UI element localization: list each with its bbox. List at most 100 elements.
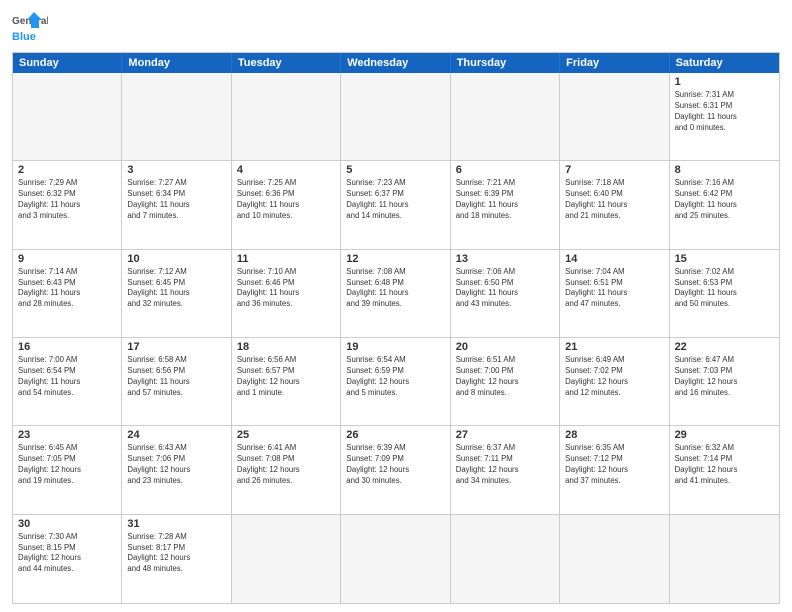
calendar-row-6: 30 Sunrise: 7:30 AMSunset: 8:15 PMDayligh…: [13, 515, 779, 603]
calendar-cell: 28 Sunrise: 6:35 AMSunset: 7:12 PMDayligh…: [560, 426, 669, 513]
day-number: 29: [675, 429, 774, 441]
day-number: 14: [565, 253, 663, 265]
day-number: 5: [346, 164, 444, 176]
day-info: Sunrise: 6:56 AMSunset: 6:57 PMDaylight:…: [237, 355, 335, 399]
day-info: Sunrise: 6:47 AMSunset: 7:03 PMDaylight:…: [675, 355, 774, 399]
calendar-row-2: 2 Sunrise: 7:29 AMSunset: 6:32 PMDaylight…: [13, 161, 779, 249]
calendar-row-3: 9 Sunrise: 7:14 AMSunset: 6:43 PMDaylight…: [13, 250, 779, 338]
calendar-cell: 14Sunrise: 7:04 AMSunset: 6:51 PMDayligh…: [560, 250, 669, 337]
day-info: Sunrise: 7:21 AMSunset: 6:39 PMDaylight:…: [456, 178, 554, 222]
weekday-header-thursday: Thursday: [451, 53, 560, 73]
day-info: Sunrise: 7:23 AMSunset: 6:37 PMDaylight:…: [346, 178, 444, 222]
day-number: 20: [456, 341, 554, 353]
day-number: 30: [18, 518, 116, 530]
day-info: Sunrise: 6:37 AMSunset: 7:11 PMDaylight:…: [456, 443, 554, 487]
calendar-cell: 30 Sunrise: 7:30 AMSunset: 8:15 PMDayligh…: [13, 515, 122, 603]
day-info: Sunrise: 6:51 AMSunset: 7:00 PMDaylight:…: [456, 355, 554, 399]
day-number: 15: [675, 253, 774, 265]
calendar-cell: [232, 515, 341, 603]
day-number: 25: [237, 429, 335, 441]
day-number: 13: [456, 253, 554, 265]
day-info: Sunrise: 6:41 AMSunset: 7:08 PMDaylight:…: [237, 443, 335, 487]
day-info: Sunrise: 7:31 AMSunset: 6:31 PMDaylight:…: [675, 90, 774, 134]
logo-icon: General Blue: [12, 10, 48, 46]
day-info: Sunrise: 7:08 AMSunset: 6:48 PMDaylight:…: [346, 267, 444, 311]
day-number: 6: [456, 164, 554, 176]
calendar-cell: 17 Sunrise: 6:58 AMSunset: 6:56 PMDayligh…: [122, 338, 231, 425]
weekday-header-sunday: Sunday: [13, 53, 122, 73]
day-number: 22: [675, 341, 774, 353]
calendar-row-4: 16 Sunrise: 7:00 AMSunset: 6:54 PMDayligh…: [13, 338, 779, 426]
calendar-cell: 31 Sunrise: 7:28 AMSunset: 8:17 PMDayligh…: [122, 515, 231, 603]
calendar-cell: 22 Sunrise: 6:47 AMSunset: 7:03 PMDayligh…: [670, 338, 779, 425]
day-number: 19: [346, 341, 444, 353]
calendar-cell: 11 Sunrise: 7:10 AMSunset: 6:46 PMDayligh…: [232, 250, 341, 337]
day-number: 4: [237, 164, 335, 176]
day-info: Sunrise: 7:29 AMSunset: 6:32 PMDaylight:…: [18, 178, 116, 222]
day-info: Sunrise: 7:16 AMSunset: 6:42 PMDaylight:…: [675, 178, 774, 222]
day-info: Sunrise: 6:45 AMSunset: 7:05 PMDaylight:…: [18, 443, 116, 487]
calendar-cell: 20 Sunrise: 6:51 AMSunset: 7:00 PMDayligh…: [451, 338, 560, 425]
weekday-header-wednesday: Wednesday: [341, 53, 450, 73]
day-info: Sunrise: 7:10 AMSunset: 6:46 PMDaylight:…: [237, 267, 335, 311]
calendar-header: SundayMondayTuesdayWednesdayThursdayFrid…: [13, 53, 779, 73]
day-number: 18: [237, 341, 335, 353]
day-number: 12: [346, 253, 444, 265]
calendar-cell: [341, 515, 450, 603]
day-number: 3: [127, 164, 225, 176]
day-info: Sunrise: 7:18 AMSunset: 6:40 PMDaylight:…: [565, 178, 663, 222]
day-info: Sunrise: 7:02 AMSunset: 6:53 PMDaylight:…: [675, 267, 774, 311]
weekday-header-friday: Friday: [560, 53, 669, 73]
page-header: General Blue: [12, 10, 780, 46]
calendar-cell: 5 Sunrise: 7:23 AMSunset: 6:37 PMDaylight…: [341, 161, 450, 248]
calendar-cell: 3Sunrise: 7:27 AMSunset: 6:34 PMDaylight…: [122, 161, 231, 248]
calendar-cell: [451, 73, 560, 160]
day-info: Sunrise: 6:58 AMSunset: 6:56 PMDaylight:…: [127, 355, 225, 399]
day-number: 24: [127, 429, 225, 441]
day-number: 21: [565, 341, 663, 353]
day-number: 2: [18, 164, 116, 176]
day-number: 7: [565, 164, 663, 176]
calendar-cell: 29Sunrise: 6:32 AMSunset: 7:14 PMDayligh…: [670, 426, 779, 513]
calendar-cell: 26Sunrise: 6:39 AMSunset: 7:09 PMDayligh…: [341, 426, 450, 513]
calendar-cell: [232, 73, 341, 160]
day-number: 28: [565, 429, 663, 441]
calendar-cell: 9 Sunrise: 7:14 AMSunset: 6:43 PMDaylight…: [13, 250, 122, 337]
calendar-body: 1Sunrise: 7:31 AMSunset: 6:31 PMDaylight…: [13, 73, 779, 603]
day-number: 9: [18, 253, 116, 265]
calendar-cell: [560, 73, 669, 160]
day-info: Sunrise: 7:25 AMSunset: 6:36 PMDaylight:…: [237, 178, 335, 222]
calendar-cell: 4 Sunrise: 7:25 AMSunset: 6:36 PMDaylight…: [232, 161, 341, 248]
day-info: Sunrise: 6:43 AMSunset: 7:06 PMDaylight:…: [127, 443, 225, 487]
day-info: Sunrise: 6:49 AMSunset: 7:02 PMDaylight:…: [565, 355, 663, 399]
calendar-cell: 24 Sunrise: 6:43 AMSunset: 7:06 PMDayligh…: [122, 426, 231, 513]
day-info: Sunrise: 7:28 AMSunset: 8:17 PMDaylight:…: [127, 532, 225, 576]
calendar-cell: 7 Sunrise: 7:18 AMSunset: 6:40 PMDaylight…: [560, 161, 669, 248]
calendar-cell: 12 Sunrise: 7:08 AMSunset: 6:48 PMDayligh…: [341, 250, 450, 337]
logo: General Blue: [12, 10, 48, 46]
calendar-cell: 25 Sunrise: 6:41 AMSunset: 7:08 PMDayligh…: [232, 426, 341, 513]
day-number: 8: [675, 164, 774, 176]
calendar: SundayMondayTuesdayWednesdayThursdayFrid…: [12, 52, 780, 604]
day-number: 17: [127, 341, 225, 353]
calendar-cell: 13 Sunrise: 7:06 AMSunset: 6:50 PMDayligh…: [451, 250, 560, 337]
calendar-cell: [670, 515, 779, 603]
day-info: Sunrise: 6:35 AMSunset: 7:12 PMDaylight:…: [565, 443, 663, 487]
day-info: Sunrise: 7:06 AMSunset: 6:50 PMDaylight:…: [456, 267, 554, 311]
calendar-cell: 15 Sunrise: 7:02 AMSunset: 6:53 PMDayligh…: [670, 250, 779, 337]
calendar-cell: [451, 515, 560, 603]
day-info: Sunrise: 7:14 AMSunset: 6:43 PMDaylight:…: [18, 267, 116, 311]
day-info: Sunrise: 7:00 AMSunset: 6:54 PMDaylight:…: [18, 355, 116, 399]
calendar-cell: 19Sunrise: 6:54 AMSunset: 6:59 PMDayligh…: [341, 338, 450, 425]
calendar-cell: [13, 73, 122, 160]
day-number: 16: [18, 341, 116, 353]
day-number: 31: [127, 518, 225, 530]
day-number: 11: [237, 253, 335, 265]
calendar-cell: [341, 73, 450, 160]
day-info: Sunrise: 7:30 AMSunset: 8:15 PMDaylight:…: [18, 532, 116, 576]
calendar-cell: [560, 515, 669, 603]
weekday-header-monday: Monday: [122, 53, 231, 73]
day-number: 23: [18, 429, 116, 441]
calendar-cell: 10Sunrise: 7:12 AMSunset: 6:45 PMDayligh…: [122, 250, 231, 337]
weekday-header-tuesday: Tuesday: [232, 53, 341, 73]
